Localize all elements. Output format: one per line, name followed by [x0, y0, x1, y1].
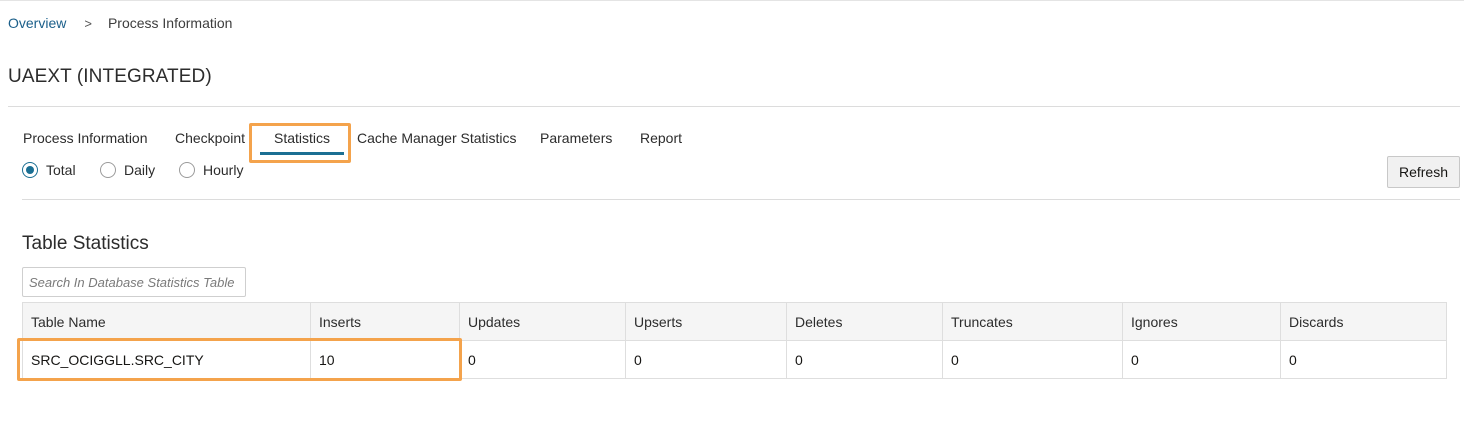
breadcrumb: Overview > Process Information: [8, 15, 232, 31]
radio-hourly[interactable]: Hourly: [179, 162, 243, 178]
cell-upserts: 0: [625, 340, 787, 379]
statistics-table: Table Name Inserts Updates Upserts Delet…: [22, 302, 1447, 379]
refresh-button[interactable]: Refresh: [1387, 156, 1460, 188]
top-border: [0, 0, 1464, 1]
radio-daily-indicator[interactable]: [100, 162, 116, 178]
tab-report[interactable]: Report: [640, 128, 682, 156]
tab-checkpoint[interactable]: Checkpoint: [175, 128, 245, 156]
cell-table-name: SRC_OCIGGLL.SRC_CITY: [22, 340, 311, 379]
column-header-truncates[interactable]: Truncates: [942, 302, 1123, 341]
table-header-row: Table Name Inserts Updates Upserts Delet…: [22, 302, 1447, 341]
column-header-updates[interactable]: Updates: [459, 302, 626, 341]
column-header-upserts[interactable]: Upserts: [625, 302, 787, 341]
tab-parameters[interactable]: Parameters: [540, 128, 612, 156]
breadcrumb-current: Process Information: [107, 15, 233, 31]
column-header-deletes[interactable]: Deletes: [786, 302, 943, 341]
section-divider: [22, 199, 1460, 200]
column-header-table-name[interactable]: Table Name: [22, 302, 311, 341]
radio-hourly-indicator[interactable]: [179, 162, 195, 178]
page-title: UAEXT (INTEGRATED): [8, 66, 212, 87]
radio-total[interactable]: Total: [22, 162, 76, 178]
cell-discards: 0: [1280, 340, 1447, 379]
cell-deletes: 0: [786, 340, 943, 379]
table-row[interactable]: SRC_OCIGGLL.SRC_CITY 10 0 0 0 0 0 0: [22, 340, 1447, 379]
radio-total-indicator[interactable]: [22, 162, 38, 178]
radio-total-label: Total: [46, 162, 76, 178]
breadcrumb-overview-link[interactable]: Overview: [8, 15, 66, 31]
tab-statistics[interactable]: Statistics: [259, 128, 345, 156]
cell-truncates: 0: [942, 340, 1123, 379]
title-divider: [8, 106, 1460, 107]
column-header-ignores[interactable]: Ignores: [1122, 302, 1281, 341]
table-statistics-title: Table Statistics: [22, 233, 149, 254]
tab-process-information[interactable]: Process Information: [23, 128, 148, 156]
column-header-discards[interactable]: Discards: [1280, 302, 1447, 341]
radio-daily-label: Daily: [124, 162, 156, 178]
radio-hourly-label: Hourly: [203, 162, 244, 178]
tab-cache-manager-statistics[interactable]: Cache Manager Statistics: [357, 128, 517, 156]
cell-inserts: 10: [310, 340, 460, 379]
cell-ignores: 0: [1122, 340, 1281, 379]
column-header-inserts[interactable]: Inserts: [310, 302, 460, 341]
search-input[interactable]: [22, 267, 246, 297]
breadcrumb-separator: >: [84, 15, 92, 31]
cell-updates: 0: [459, 340, 626, 379]
radio-daily[interactable]: Daily: [100, 162, 155, 178]
